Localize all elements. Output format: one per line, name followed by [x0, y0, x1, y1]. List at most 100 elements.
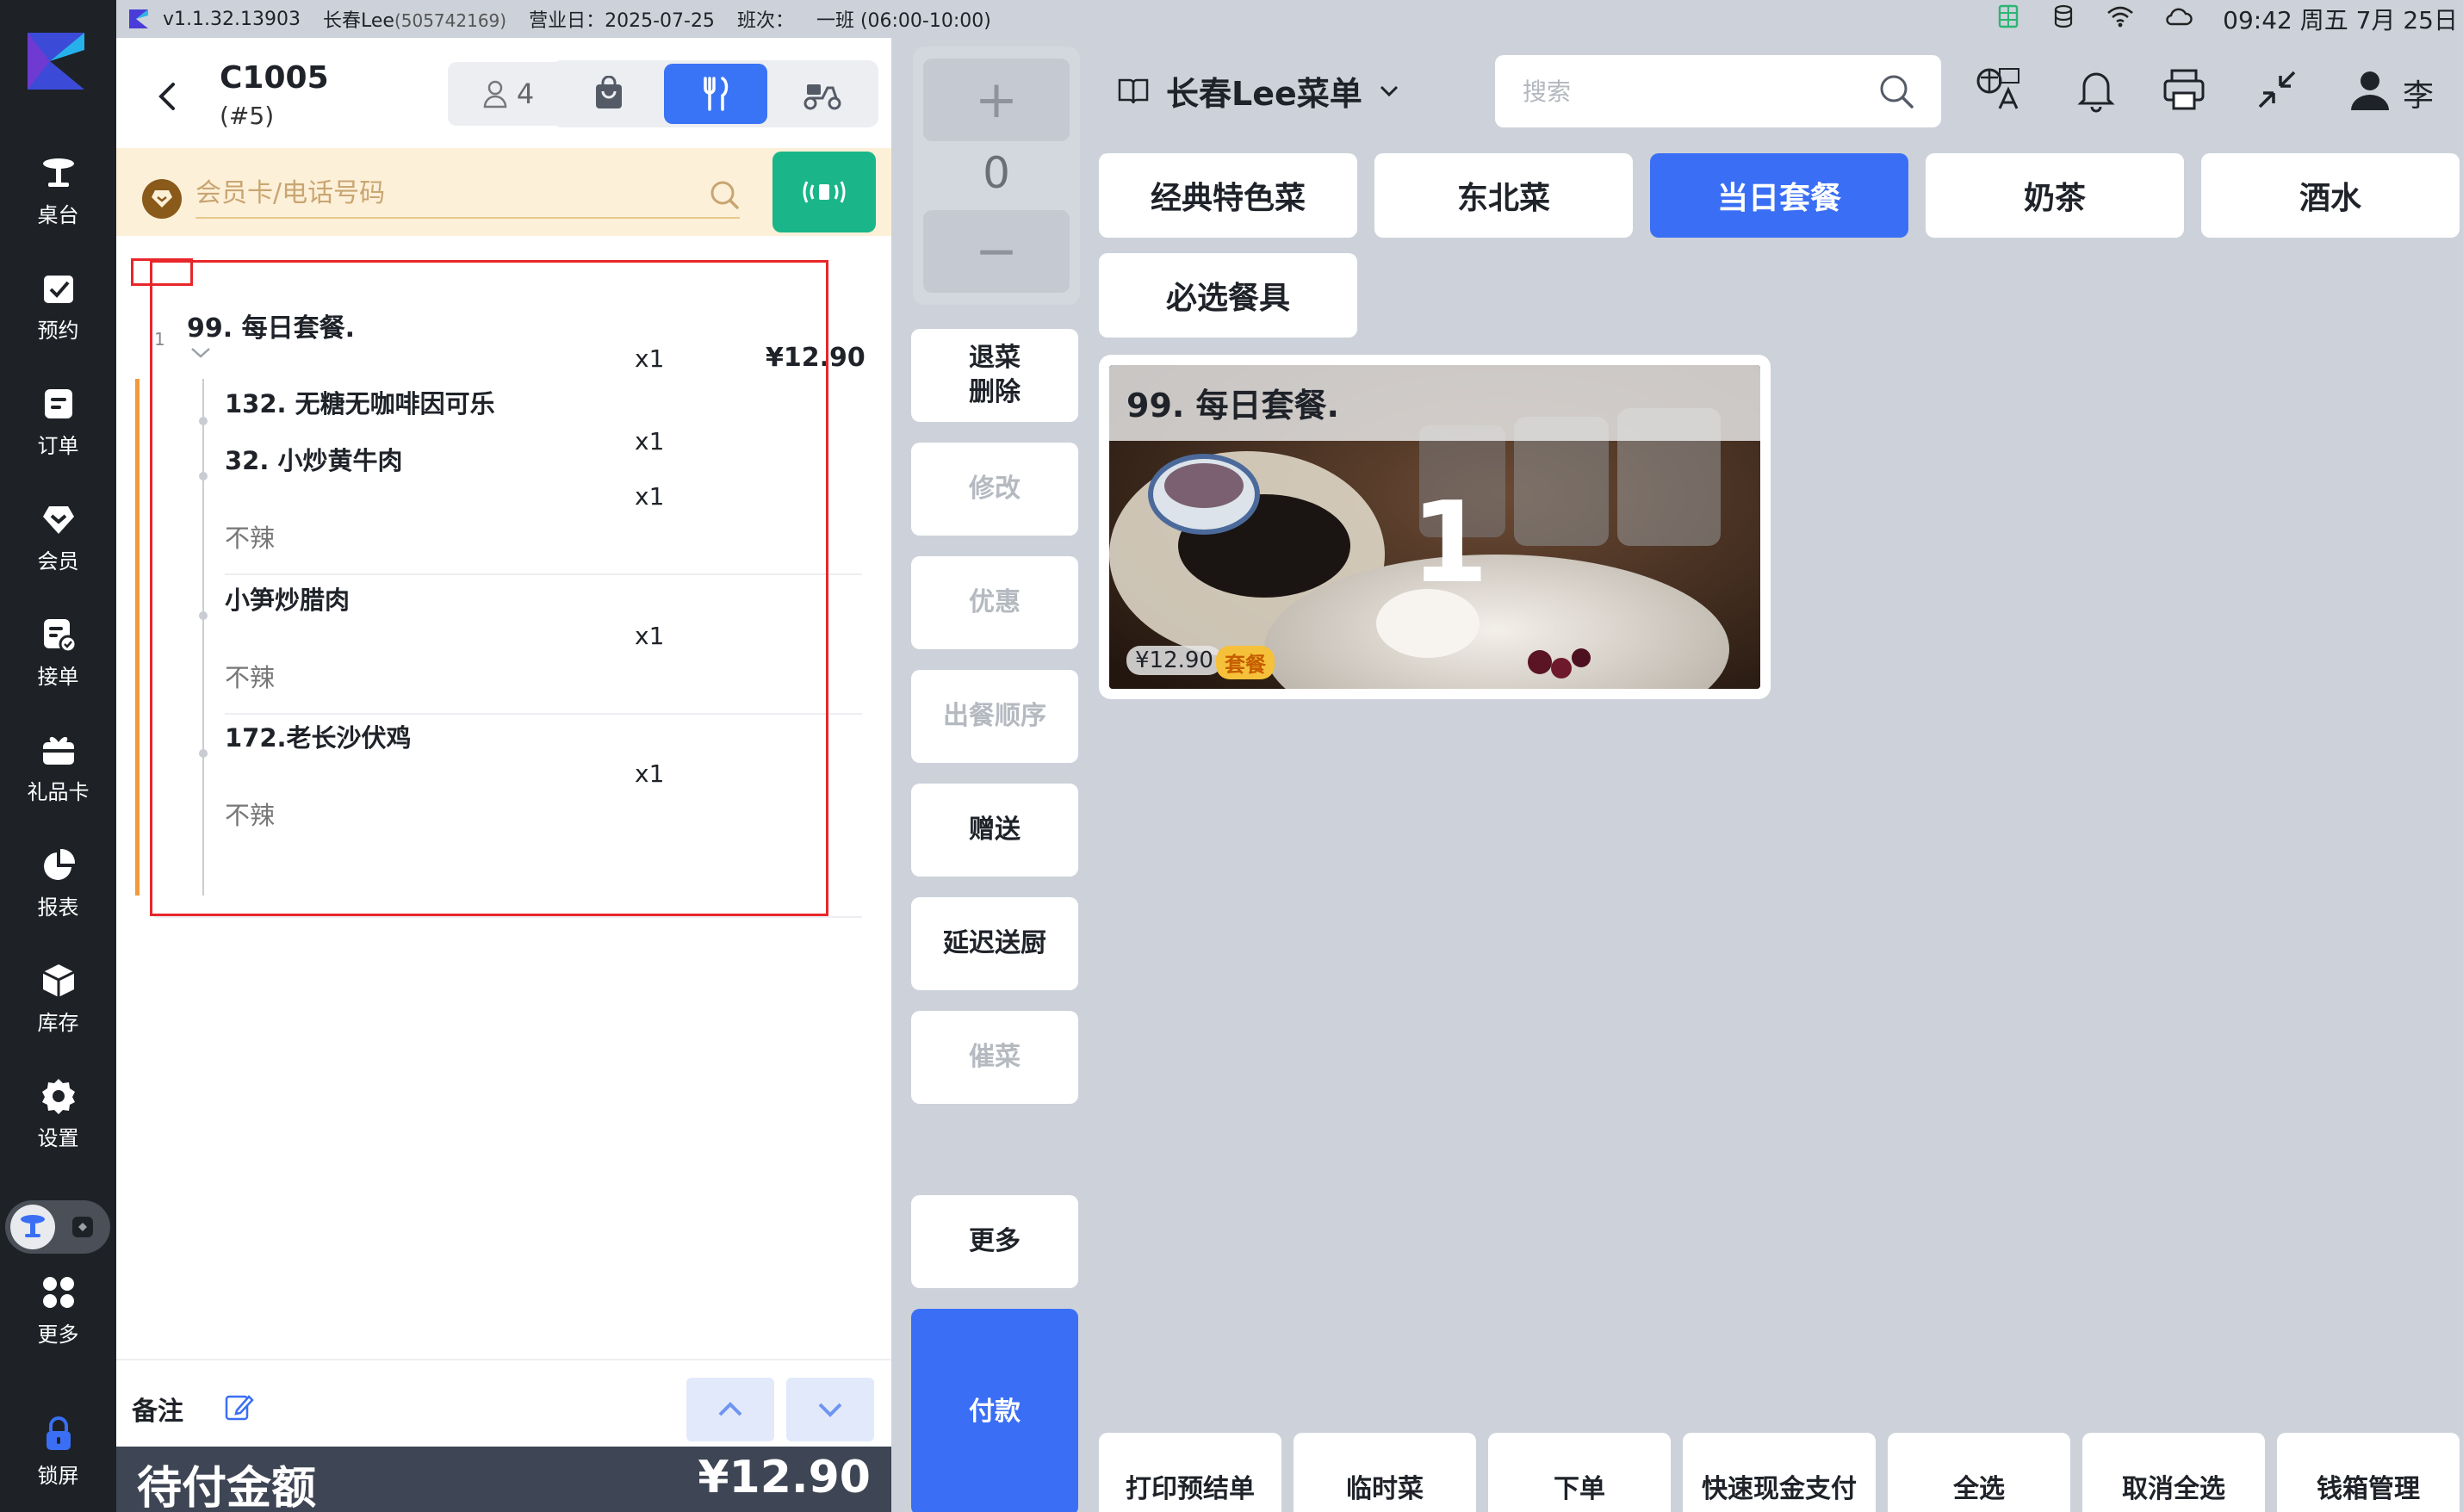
cash-drawer-button[interactable]: 钱箱管理	[2277, 1433, 2460, 1512]
nav-item-settings[interactable]: 设置	[0, 1066, 116, 1161]
category-classic[interactable]: 经典特色菜	[1099, 153, 1357, 238]
print-pre-bill-button[interactable]: 打印预结单	[1099, 1433, 1281, 1512]
user-avatar-icon[interactable]	[2346, 65, 2394, 114]
deselect-all-button[interactable]: 取消全选	[2082, 1433, 2265, 1512]
collapse-icon[interactable]	[2253, 65, 2301, 114]
nav-item-inventory[interactable]: 库存	[0, 951, 116, 1045]
dish-price: ¥12.90	[1126, 646, 1222, 675]
nav-item-lock[interactable]: 锁屏	[0, 1404, 116, 1498]
dine-in-mode-button[interactable]	[664, 64, 767, 124]
gift-button[interactable]: 赠送	[911, 784, 1078, 877]
guest-count: 4	[516, 77, 535, 110]
menu-title: 长春Lee菜单	[1166, 75, 1362, 113]
delivery-mode-button[interactable]	[771, 64, 874, 124]
menu-selector[interactable]: 长春Lee菜单	[1116, 67, 1400, 115]
dish-photo: 99. 每日套餐. 1 ¥12.90 套餐	[1109, 365, 1760, 689]
guest-count-button[interactable]: 4	[448, 62, 568, 126]
table-number: C1005	[220, 60, 329, 96]
sub-item-note: 不辣	[225, 524, 276, 553]
more-actions-button[interactable]: 更多	[911, 1195, 1078, 1288]
bell-icon[interactable]	[2072, 65, 2120, 114]
nav-item-label: 桌台	[37, 202, 79, 227]
cloud-icon	[2164, 3, 2193, 34]
temporary-dish-button[interactable]: 临时菜	[1294, 1433, 1476, 1512]
combo-qty: x1	[635, 344, 665, 373]
decrease-quantity-button[interactable]: −	[923, 210, 1070, 293]
category-daily-combo[interactable]: 当日套餐	[1650, 153, 1908, 238]
scooter-icon	[803, 84, 841, 110]
nav-item-orders[interactable]: 订单	[0, 374, 116, 468]
nav-item-label: 礼品卡	[27, 779, 90, 804]
note-label: 备注	[132, 1397, 183, 1427]
nav-item-reservation[interactable]: 预约	[0, 258, 116, 353]
discount-button[interactable]: 优惠	[911, 556, 1078, 649]
nav-item-report[interactable]: 报表	[0, 835, 116, 930]
member-phone-input[interactable]	[195, 169, 740, 219]
amount-due-label: 待付金额	[137, 1463, 317, 1512]
business-day: 营业日：2025-07-25	[529, 10, 715, 32]
nfc-icon	[803, 181, 846, 203]
category-tableware[interactable]: 必选餐具	[1099, 253, 1357, 338]
dish-search-box	[1495, 55, 1941, 127]
takeout-mode-button[interactable]	[557, 64, 661, 124]
grid-icon	[42, 1276, 74, 1308]
gift-card-icon	[42, 736, 74, 765]
place-order-button[interactable]: 下单	[1488, 1433, 1671, 1512]
return-delete-button[interactable]: 退菜 删除	[911, 329, 1078, 422]
brand-logo-icon	[24, 29, 91, 93]
tree-node	[199, 472, 208, 480]
quick-cash-pay-button[interactable]: 快速现金支付	[1683, 1433, 1876, 1512]
tree-node	[199, 749, 208, 758]
combo-group-marker	[135, 379, 140, 895]
nfc-card-button[interactable]	[772, 152, 876, 232]
category-drinks[interactable]: 酒水	[2201, 153, 2460, 238]
pay-button[interactable]: 付款	[911, 1309, 1078, 1512]
sub-item-name: 32. 小炒黄牛肉	[225, 446, 403, 475]
order-item-list[interactable]: 1 99. 每日套餐. x1 ¥12.90 132. 无糖无咖啡因可乐 x1 3…	[116, 245, 891, 1390]
mode-toggle[interactable]	[5, 1200, 110, 1254]
nav-item-member[interactable]: 会员	[0, 489, 116, 584]
chevron-down-icon	[818, 1403, 842, 1417]
chevron-left-icon	[158, 83, 175, 110]
sub-item-qty: x1	[635, 482, 665, 511]
reservation-icon	[43, 275, 73, 303]
member-search-icon[interactable]	[707, 177, 741, 212]
quantity-value: 0	[983, 148, 1010, 198]
rush-button[interactable]: 催菜	[911, 1011, 1078, 1104]
nav-item-table[interactable]: 桌台	[0, 143, 116, 238]
nav-item-label: 锁屏	[37, 1463, 79, 1488]
order-icon	[44, 388, 72, 418]
scroll-up-button[interactable]	[686, 1378, 774, 1441]
serve-order-button[interactable]: 出餐顺序	[911, 670, 1078, 763]
combo-index: 1	[154, 329, 165, 350]
tree-node	[199, 611, 208, 620]
amount-due-value: ¥12.90	[698, 1452, 871, 1503]
printer-icon[interactable]	[2160, 65, 2208, 114]
sub-item-note: 不辣	[225, 663, 276, 692]
search-input[interactable]	[1523, 71, 1867, 112]
user-name[interactable]: 李	[2403, 71, 2434, 115]
increase-quantity-button[interactable]: +	[923, 59, 1070, 141]
combo-name[interactable]: 99. 每日套餐.	[187, 307, 355, 344]
nav-item-gift-card[interactable]: 礼品卡	[0, 720, 116, 815]
dish-card[interactable]: 99. 每日套餐. 1 ¥12.90 套餐	[1099, 355, 1771, 699]
nav-item-more[interactable]: 更多	[0, 1262, 116, 1357]
nav-item-label: 更多	[37, 1322, 79, 1347]
search-icon[interactable]	[1877, 72, 1915, 110]
nav-item-accept-order[interactable]: 接单	[0, 604, 116, 699]
back-button[interactable]	[151, 79, 185, 114]
category-northeast[interactable]: 东北菜	[1374, 153, 1633, 238]
edit-note-icon[interactable]	[223, 1391, 254, 1422]
category-milk-tea[interactable]: 奶茶	[1926, 153, 2184, 238]
chevron-down-icon[interactable]	[189, 344, 213, 362]
order-panel: C1005 (#5) 4 1 99. 每日套餐. x1 ¥1	[116, 38, 891, 1512]
scroll-down-button[interactable]	[786, 1378, 874, 1441]
lock-icon	[46, 1416, 71, 1450]
translate-icon[interactable]	[1974, 65, 2022, 114]
divider	[225, 713, 862, 715]
dish-combo-tag: 套餐	[1216, 646, 1275, 679]
delay-kitchen-button[interactable]: 延迟送厨	[911, 897, 1078, 990]
modify-button[interactable]: 修改	[911, 443, 1078, 536]
select-all-button[interactable]: 全选	[1888, 1433, 2070, 1512]
sub-item-name: 132. 无糖无咖啡因可乐	[225, 389, 495, 418]
